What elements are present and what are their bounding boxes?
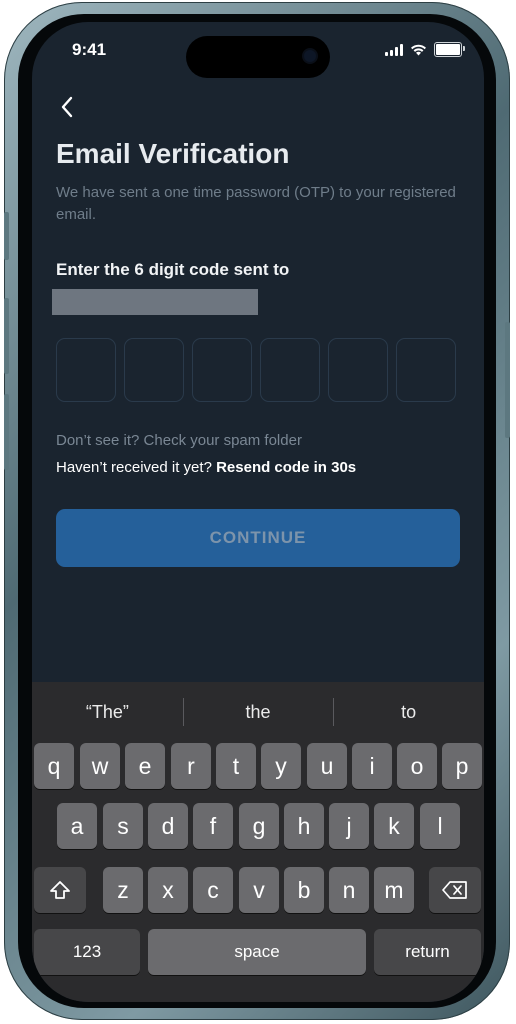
- suggestion-3[interactable]: to: [333, 690, 484, 734]
- otp-digit-2[interactable]: [124, 338, 184, 402]
- key-c[interactable]: c: [193, 867, 233, 913]
- key-x[interactable]: x: [148, 867, 188, 913]
- resend-code-link[interactable]: Resend code in 30s: [216, 459, 356, 476]
- key-l[interactable]: l: [420, 803, 460, 849]
- return-key[interactable]: return: [374, 929, 481, 975]
- key-v[interactable]: v: [239, 867, 279, 913]
- key-p[interactable]: p: [442, 743, 482, 789]
- key-w[interactable]: w: [80, 743, 120, 789]
- otp-digit-6[interactable]: [396, 338, 456, 402]
- otp-input-group: [56, 338, 456, 402]
- keyboard: “The” the to q w e r t y u i o p a s d f…: [32, 682, 484, 1002]
- delete-key[interactable]: [429, 867, 481, 913]
- key-b[interactable]: b: [284, 867, 324, 913]
- wifi-icon: [411, 44, 426, 55]
- key-s[interactable]: s: [103, 803, 143, 849]
- camera-icon: [304, 50, 316, 62]
- dynamic-island: [186, 36, 330, 78]
- key-r[interactable]: r: [171, 743, 211, 789]
- otp-digit-5[interactable]: [328, 338, 388, 402]
- action-button: [4, 212, 9, 260]
- key-h[interactable]: h: [284, 803, 324, 849]
- status-time: 9:41: [72, 40, 107, 59]
- otp-digit-4[interactable]: [260, 338, 320, 402]
- key-g[interactable]: g: [239, 803, 279, 849]
- masked-email: [52, 289, 258, 315]
- shift-key[interactable]: [34, 867, 86, 913]
- numbers-key[interactable]: 123: [34, 929, 140, 975]
- suggestion-bar: “The” the to: [32, 690, 484, 734]
- key-t[interactable]: t: [216, 743, 256, 789]
- code-instruction-label: Enter the 6 digit code sent to: [56, 260, 290, 279]
- screen: 9:41 Email Verification We have sent a o…: [32, 22, 484, 1002]
- status-icons: [385, 42, 465, 57]
- suggestion-2[interactable]: the: [182, 690, 334, 734]
- otp-digit-1[interactable]: [56, 338, 116, 402]
- key-y[interactable]: y: [261, 743, 301, 789]
- cellular-signal-icon: [385, 43, 403, 56]
- key-z[interactable]: z: [103, 867, 143, 913]
- continue-button[interactable]: CONTINUE: [56, 509, 460, 567]
- key-i[interactable]: i: [352, 743, 392, 789]
- key-q[interactable]: q: [34, 743, 74, 789]
- chevron-left-icon: [61, 96, 73, 118]
- volume-up-button: [4, 298, 9, 374]
- key-d[interactable]: d: [148, 803, 188, 849]
- back-button[interactable]: [50, 90, 84, 124]
- suggestion-1[interactable]: “The”: [32, 690, 183, 734]
- page-subtitle: We have sent a one time password (OTP) t…: [56, 184, 456, 223]
- key-j[interactable]: j: [329, 803, 369, 849]
- battery-icon: [434, 42, 465, 57]
- key-u[interactable]: u: [307, 743, 347, 789]
- spam-hint: Don’t see it? Check your spam folder: [56, 432, 302, 449]
- key-f[interactable]: f: [193, 803, 233, 849]
- key-n[interactable]: n: [329, 867, 369, 913]
- key-a[interactable]: a: [57, 803, 97, 849]
- space-key[interactable]: space: [148, 929, 366, 975]
- resend-prefix: Haven’t received it yet?: [56, 459, 217, 476]
- key-e[interactable]: e: [125, 743, 165, 789]
- resend-line: Haven’t received it yet? Resend code in …: [56, 459, 356, 476]
- volume-down-button: [4, 394, 9, 470]
- backspace-icon: [442, 881, 467, 899]
- shift-icon: [50, 881, 70, 899]
- key-m[interactable]: m: [374, 867, 414, 913]
- otp-digit-3[interactable]: [192, 338, 252, 402]
- key-k[interactable]: k: [374, 803, 414, 849]
- page-title: Email Verification: [56, 138, 290, 169]
- power-button: [505, 322, 510, 438]
- key-o[interactable]: o: [397, 743, 437, 789]
